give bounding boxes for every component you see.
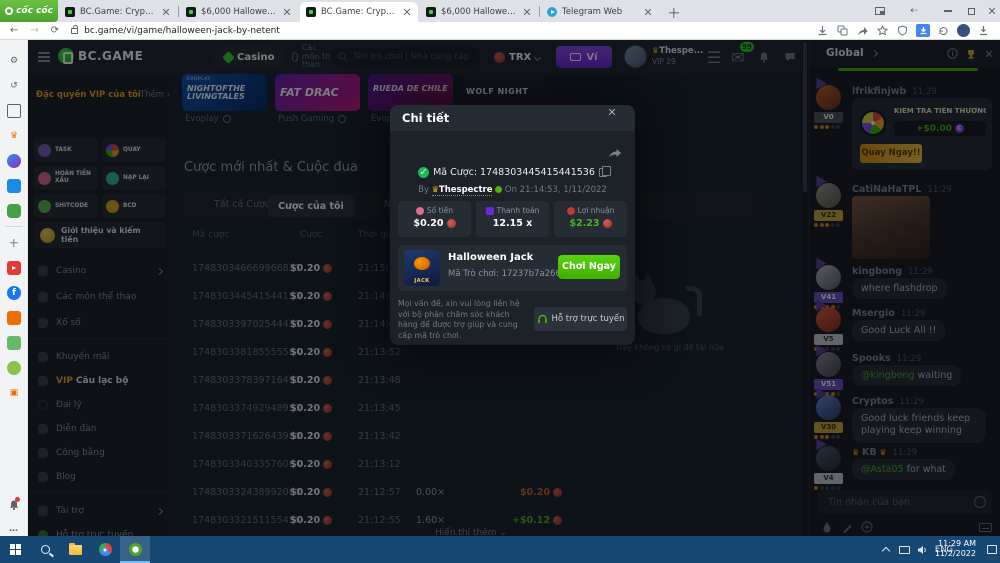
tab-close-icon[interactable] xyxy=(522,7,532,17)
maximize-button[interactable] xyxy=(963,3,979,19)
windows-taskbar: ENG 11:29 AM 11/2/2022 xyxy=(0,536,1000,563)
headset-icon xyxy=(537,314,548,324)
crown-icon: ♛ xyxy=(432,185,439,194)
history-icon[interactable]: ↺ xyxy=(7,79,21,93)
modal-title: Chi tiết xyxy=(402,111,449,125)
tab-halloween-battle-2[interactable]: $6,000 Halloween Slot Battl xyxy=(420,2,538,22)
coccoc-download-icon[interactable] xyxy=(916,24,930,37)
close-window-button[interactable] xyxy=(984,3,1000,19)
trx-coin-icon xyxy=(603,219,612,228)
chrome-icon[interactable] xyxy=(90,536,120,563)
modal-close-icon[interactable] xyxy=(612,112,624,124)
url-text[interactable]: bc.game/vi/game/halloween-jack-by-netent xyxy=(84,26,280,36)
youtube-icon[interactable] xyxy=(7,261,21,275)
facebook-icon[interactable]: f xyxy=(7,286,21,300)
tab-close-icon[interactable] xyxy=(161,7,171,17)
coccoc-side-rail: ⚙ ↺ ♛ f ▣ … xyxy=(0,40,28,536)
tab-close-icon[interactable] xyxy=(282,7,292,17)
taskbar-clock[interactable]: 11:29 AM 11/2/2022 xyxy=(935,539,976,560)
coccoc-menu-button[interactable]: cốc cốc xyxy=(0,0,58,22)
coccoc-taskbar-icon[interactable] xyxy=(120,536,150,563)
game-thumbnail[interactable]: JACK xyxy=(404,250,440,286)
screen: cốc cốc BC.Game: Crypto Casino Gam $6,00… xyxy=(0,0,1000,563)
trx-coin-icon xyxy=(447,219,456,228)
tab-close-icon[interactable] xyxy=(643,7,653,17)
modal-share-icon[interactable] xyxy=(608,143,622,155)
payout-wallet-icon xyxy=(486,207,494,215)
downloads-icon[interactable] xyxy=(977,24,990,37)
bcgame-favicon xyxy=(186,7,196,17)
piggy-icon xyxy=(416,207,424,215)
bcgame-favicon xyxy=(306,7,316,17)
network-icon[interactable] xyxy=(896,536,912,563)
reload-icon[interactable]: ⟳ xyxy=(51,25,59,36)
games-gamepad-icon[interactable] xyxy=(7,204,21,218)
shield-icon[interactable] xyxy=(896,24,909,37)
address-bar: ← → ⟳ bc.game/vi/game/halloween-jack-by-… xyxy=(0,22,1000,40)
bcgame-favicon xyxy=(426,7,436,17)
volume-icon[interactable] xyxy=(914,536,930,563)
bookmark-star-icon[interactable] xyxy=(876,24,889,37)
taskbar-search-icon[interactable] xyxy=(30,536,60,563)
share-icon[interactable] xyxy=(856,24,869,37)
crown-vip-icon[interactable]: ♛ xyxy=(7,129,21,143)
profit-icon xyxy=(567,207,575,215)
messenger-icon[interactable] xyxy=(7,154,21,168)
bet-id-line: ✓ Mã Cược: 1748303445415441536 xyxy=(390,167,635,178)
tab-telegram[interactable]: Telegram Web xyxy=(541,2,659,22)
reading-list-icon[interactable] xyxy=(7,104,21,118)
bet-username-link[interactable]: ♛Thespectre xyxy=(432,185,493,196)
back-icon[interactable]: ← xyxy=(10,25,18,36)
lock-icon[interactable] xyxy=(71,28,78,34)
play-now-button[interactable]: Chơi Ngay xyxy=(558,255,620,279)
bcgame-page: BC.GAME Casino Các môn thể thao TRX xyxy=(28,40,1000,536)
telegram-favicon xyxy=(547,7,557,17)
action-center-icon[interactable] xyxy=(984,536,1000,563)
forward-icon[interactable]: → xyxy=(30,25,38,36)
browser-tab-bar: cốc cốc BC.Game: Crypto Casino Gam $6,00… xyxy=(0,0,1000,22)
bet-details-modal: Chi tiết ✓ Mã Cược: 1748303445415441536 … xyxy=(390,105,635,345)
sync-icon[interactable] xyxy=(937,24,950,37)
game-name: Halloween Jack xyxy=(448,252,533,263)
more-options-icon[interactable]: … xyxy=(7,522,21,536)
bcgame-favicon xyxy=(65,7,75,17)
tab-bcgame-1[interactable]: BC.Game: Crypto Casino Gam xyxy=(59,2,177,22)
tab-close-icon[interactable] xyxy=(402,7,412,17)
new-tab-button[interactable] xyxy=(666,5,682,21)
support-note: Mọi vấn đề, xin vui lòng liên hệ với bộ … xyxy=(398,299,526,341)
verified-check-icon: ✓ xyxy=(418,167,429,178)
start-button[interactable] xyxy=(0,536,30,563)
rail-divider xyxy=(5,226,23,227)
copy-icon[interactable] xyxy=(599,168,607,177)
tab-separator xyxy=(539,6,540,17)
plant-app-icon[interactable] xyxy=(7,361,21,375)
tv-app-icon[interactable] xyxy=(7,311,21,325)
stat-amount: Số tiền $0.20 xyxy=(398,201,471,237)
settings-gear-icon[interactable]: ⚙ xyxy=(7,54,21,68)
send-to-device-icon[interactable]: ⇠ xyxy=(906,3,922,19)
notification-bell-icon[interactable] xyxy=(7,498,21,512)
save-page-icon[interactable] xyxy=(816,24,829,37)
zalo-icon[interactable] xyxy=(7,179,21,193)
minimize-button[interactable] xyxy=(940,3,956,19)
shopping-cart-icon[interactable]: ▣ xyxy=(7,386,21,400)
coccoc-brand: cốc cốc xyxy=(16,6,53,16)
stat-profit: Lợi nhuận $2.23 xyxy=(554,201,627,237)
translate-icon[interactable] xyxy=(836,24,849,37)
gift-app-icon[interactable] xyxy=(7,336,21,350)
tab-halloween-battle-1[interactable]: $6,000 Halloween Slot Battle xyxy=(180,2,298,22)
add-shortcut-icon[interactable] xyxy=(7,236,21,250)
game-card: JACK Halloween Jack Mã Trò chơi: 17237b7… xyxy=(398,245,627,291)
tab-bcgame-2-active[interactable]: BC.Game: Crypto Casino Gam xyxy=(300,2,418,22)
live-support-button[interactable]: Hỗ trợ trực tuyến xyxy=(534,307,627,331)
profile-avatar[interactable] xyxy=(957,24,970,37)
frog-icon xyxy=(495,186,502,193)
tab-separator xyxy=(178,6,179,17)
pip-icon[interactable] xyxy=(872,3,888,19)
bet-by-line: By ♛Thespectre On 21:14:53, 1/11/2022 xyxy=(390,185,635,195)
stat-payout: Thanh toán 12.15 x xyxy=(476,201,549,237)
tray-expand-icon[interactable] xyxy=(878,536,894,563)
file-explorer-icon[interactable] xyxy=(60,536,90,563)
coccoc-logo-icon xyxy=(5,7,13,15)
